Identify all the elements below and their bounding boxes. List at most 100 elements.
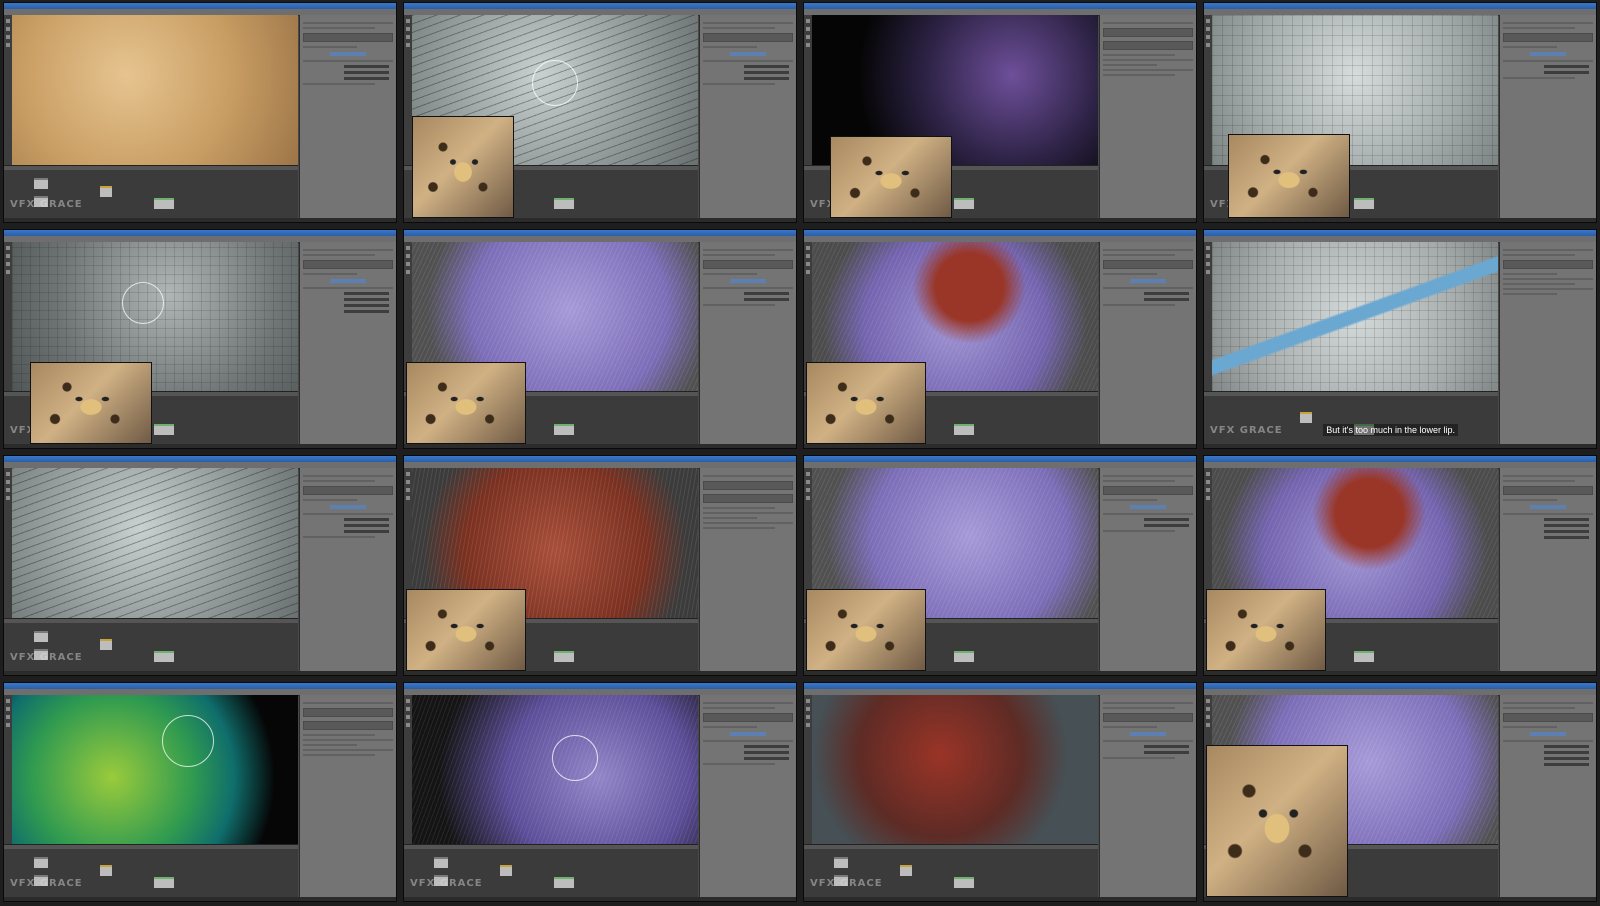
- brush-cursor: [122, 281, 164, 324]
- status-bar: [404, 670, 796, 675]
- reference-photo: [1228, 133, 1350, 218]
- thumbnail-14: VFX GRACE: [403, 681, 797, 902]
- status-bar: [804, 444, 1196, 448]
- thumbnail-3: VFX GRACE: [803, 2, 1197, 223]
- shader-node[interactable]: [954, 877, 974, 888]
- shader-node[interactable]: [434, 857, 448, 868]
- shader-node[interactable]: [554, 877, 574, 888]
- status-bar: [4, 670, 396, 675]
- properties-panel: [699, 694, 796, 897]
- 3d-viewport[interactable]: [12, 468, 298, 619]
- watermark: VFX GRACE: [1210, 425, 1283, 436]
- shader-node[interactable]: [1354, 650, 1374, 662]
- shader-node[interactable]: [154, 424, 174, 435]
- thumbnail-12: [1203, 455, 1597, 676]
- properties-panel: [1099, 241, 1196, 444]
- properties-panel: [299, 241, 396, 444]
- reference-photo: [30, 362, 152, 444]
- reference-photo: [1206, 745, 1348, 897]
- properties-panel: [1099, 15, 1196, 218]
- reference-photo: [806, 588, 926, 671]
- properties-panel: [699, 15, 796, 218]
- shader-node[interactable]: [954, 424, 974, 435]
- status-bar: [404, 444, 796, 448]
- thumbnail-4: VFX GRACE: [1203, 2, 1597, 223]
- properties-panel: [1499, 15, 1596, 218]
- shader-node[interactable]: [1300, 412, 1312, 423]
- shader-node[interactable]: [154, 197, 174, 209]
- thumbnail-2: [403, 2, 797, 223]
- properties-panel: [699, 468, 796, 671]
- thumbnail-7: [803, 228, 1197, 449]
- properties-panel: [699, 241, 796, 444]
- shader-node[interactable]: [554, 197, 574, 209]
- thumbnail-9: VFX GRACE: [3, 455, 397, 676]
- status-bar: [1204, 217, 1596, 222]
- shader-node[interactable]: [834, 857, 848, 868]
- thumbnail-16: [1203, 681, 1597, 902]
- shader-node[interactable]: [500, 865, 512, 876]
- shader-node[interactable]: [554, 650, 574, 662]
- node-editor[interactable]: VFX GRACE: [404, 844, 698, 897]
- status-bar: [804, 670, 1196, 675]
- shader-node[interactable]: [100, 185, 112, 197]
- status-bar: [1204, 444, 1596, 448]
- brush-cursor: [552, 734, 598, 781]
- properties-panel: [299, 468, 396, 671]
- 3d-viewport[interactable]: [412, 694, 698, 845]
- shader-node[interactable]: [154, 877, 174, 888]
- properties-panel: [1499, 241, 1596, 444]
- 3d-viewport[interactable]: [1212, 241, 1498, 392]
- thumbnail-1: VFX GRACE: [3, 2, 397, 223]
- shader-node[interactable]: [154, 650, 174, 662]
- properties-panel: [1499, 694, 1596, 897]
- subtitle-caption: But it's too much in the lower lip.: [1323, 424, 1458, 436]
- shader-node[interactable]: [34, 630, 48, 642]
- brush-cursor: [162, 714, 214, 767]
- video-thumbnail-grid: VFX GRACE VFX GRA: [0, 0, 1600, 906]
- 3d-viewport[interactable]: [12, 15, 298, 166]
- 3d-viewport[interactable]: [812, 694, 1098, 845]
- reference-photo: [806, 362, 926, 444]
- 3d-viewport[interactable]: [12, 694, 298, 845]
- watermark: VFX GRACE: [10, 198, 83, 210]
- reference-photo: [830, 135, 952, 218]
- shader-node[interactable]: [900, 865, 912, 876]
- shader-node[interactable]: [34, 857, 48, 868]
- properties-panel: [1099, 694, 1196, 897]
- shader-node[interactable]: [100, 638, 112, 650]
- watermark: VFX GRACE: [810, 878, 883, 889]
- thumbnail-10: [403, 455, 797, 676]
- watermark: VFX GRACE: [410, 878, 483, 889]
- status-bar: [4, 444, 396, 448]
- reference-photo: [406, 588, 526, 671]
- node-editor[interactable]: VFX GRACE: [4, 617, 298, 671]
- shader-node[interactable]: [954, 197, 974, 209]
- status-bar: [804, 217, 1196, 222]
- node-editor[interactable]: VFX GRACE: [4, 844, 298, 897]
- reference-photo: [412, 115, 514, 218]
- status-bar: [1204, 670, 1596, 675]
- status-bar: [404, 217, 796, 222]
- reference-photo: [406, 362, 526, 444]
- thumbnail-8: VFX GRACE But it's too much in the lower…: [1203, 228, 1597, 449]
- status-bar: [4, 897, 396, 901]
- shader-node[interactable]: [954, 650, 974, 662]
- thumbnail-11: [803, 455, 1197, 676]
- reference-photo: [1206, 588, 1326, 671]
- node-editor[interactable]: VFX GRACE: [804, 844, 1098, 897]
- thumbnail-15: VFX GRACE: [803, 681, 1197, 902]
- status-bar: [4, 217, 396, 222]
- shader-node[interactable]: [100, 865, 112, 876]
- properties-panel: [299, 15, 396, 218]
- node-editor[interactable]: VFX GRACE But it's too much in the lower…: [1204, 391, 1498, 444]
- thumbnail-5: VFX GRACE: [3, 228, 397, 449]
- watermark: VFX GRACE: [10, 878, 83, 889]
- properties-panel: [299, 694, 396, 897]
- shader-node[interactable]: [34, 177, 48, 189]
- shader-node[interactable]: [1354, 197, 1374, 209]
- shader-node[interactable]: [554, 424, 574, 435]
- node-editor[interactable]: VFX GRACE: [4, 164, 298, 218]
- status-bar: [804, 897, 1196, 901]
- watermark: VFX GRACE: [10, 651, 83, 663]
